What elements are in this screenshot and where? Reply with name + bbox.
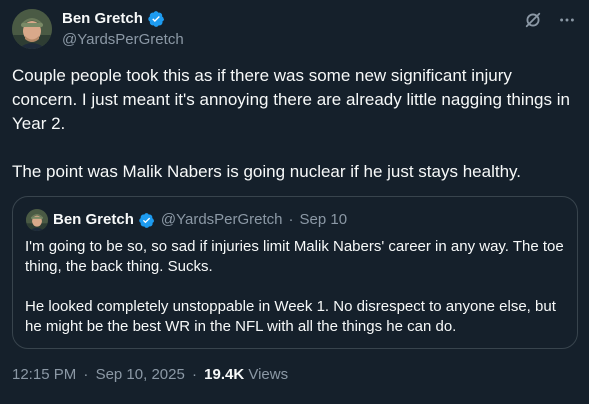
post-time[interactable]: 12:15 PM: [12, 366, 76, 383]
quoted-body: I'm going to be so, so sad if injuries l…: [25, 237, 565, 337]
more-options-icon[interactable]: [557, 10, 577, 30]
quoted-avatar-image: [26, 209, 48, 231]
quoted-paragraph: He looked completely unstoppable in Week…: [25, 298, 556, 335]
tweet-footer: 12:15 PM · Sep 10, 2025 · 19.4K Views: [12, 365, 288, 385]
tweet-body: Couple people took this as if there was …: [12, 64, 577, 184]
footer-separator: ·: [83, 366, 89, 383]
top-actions: [523, 10, 577, 30]
quoted-separator: ·: [288, 211, 294, 228]
views-count[interactable]: 19.4K: [204, 366, 244, 383]
quoted-avatar[interactable]: [26, 209, 48, 231]
avatar[interactable]: [12, 9, 52, 49]
author-handle[interactable]: @YardsPerGretch: [62, 30, 184, 50]
quoted-header: Ben Gretch @YardsPerGretch · Sep 10: [53, 210, 347, 230]
views-label: Views: [248, 366, 289, 383]
display-name[interactable]: Ben Gretch: [62, 9, 143, 29]
tweet-paragraph: Couple people took this as if there was …: [12, 66, 570, 133]
footer-separator: ·: [191, 366, 197, 383]
verified-badge-icon: [148, 11, 164, 27]
quoted-tweet[interactable]: Ben Gretch @YardsPerGretch · Sep 10 I'm …: [12, 196, 578, 349]
avatar-image: [12, 9, 52, 49]
post-date[interactable]: Sep 10, 2025: [96, 366, 185, 383]
quoted-handle[interactable]: @YardsPerGretch: [161, 210, 283, 230]
quoted-paragraph: I'm going to be so, so sad if injuries l…: [25, 238, 564, 275]
author-name-row[interactable]: Ben Gretch: [62, 9, 165, 29]
grok-icon[interactable]: [523, 10, 543, 30]
tweet-paragraph: The point was Malik Nabers is going nucl…: [12, 162, 521, 181]
tweet: Ben Gretch @YardsPerGretch Couple people…: [0, 0, 589, 404]
quoted-date[interactable]: Sep 10: [300, 210, 348, 230]
quoted-display-name[interactable]: Ben Gretch: [53, 210, 134, 230]
verified-badge-icon: [139, 212, 154, 228]
